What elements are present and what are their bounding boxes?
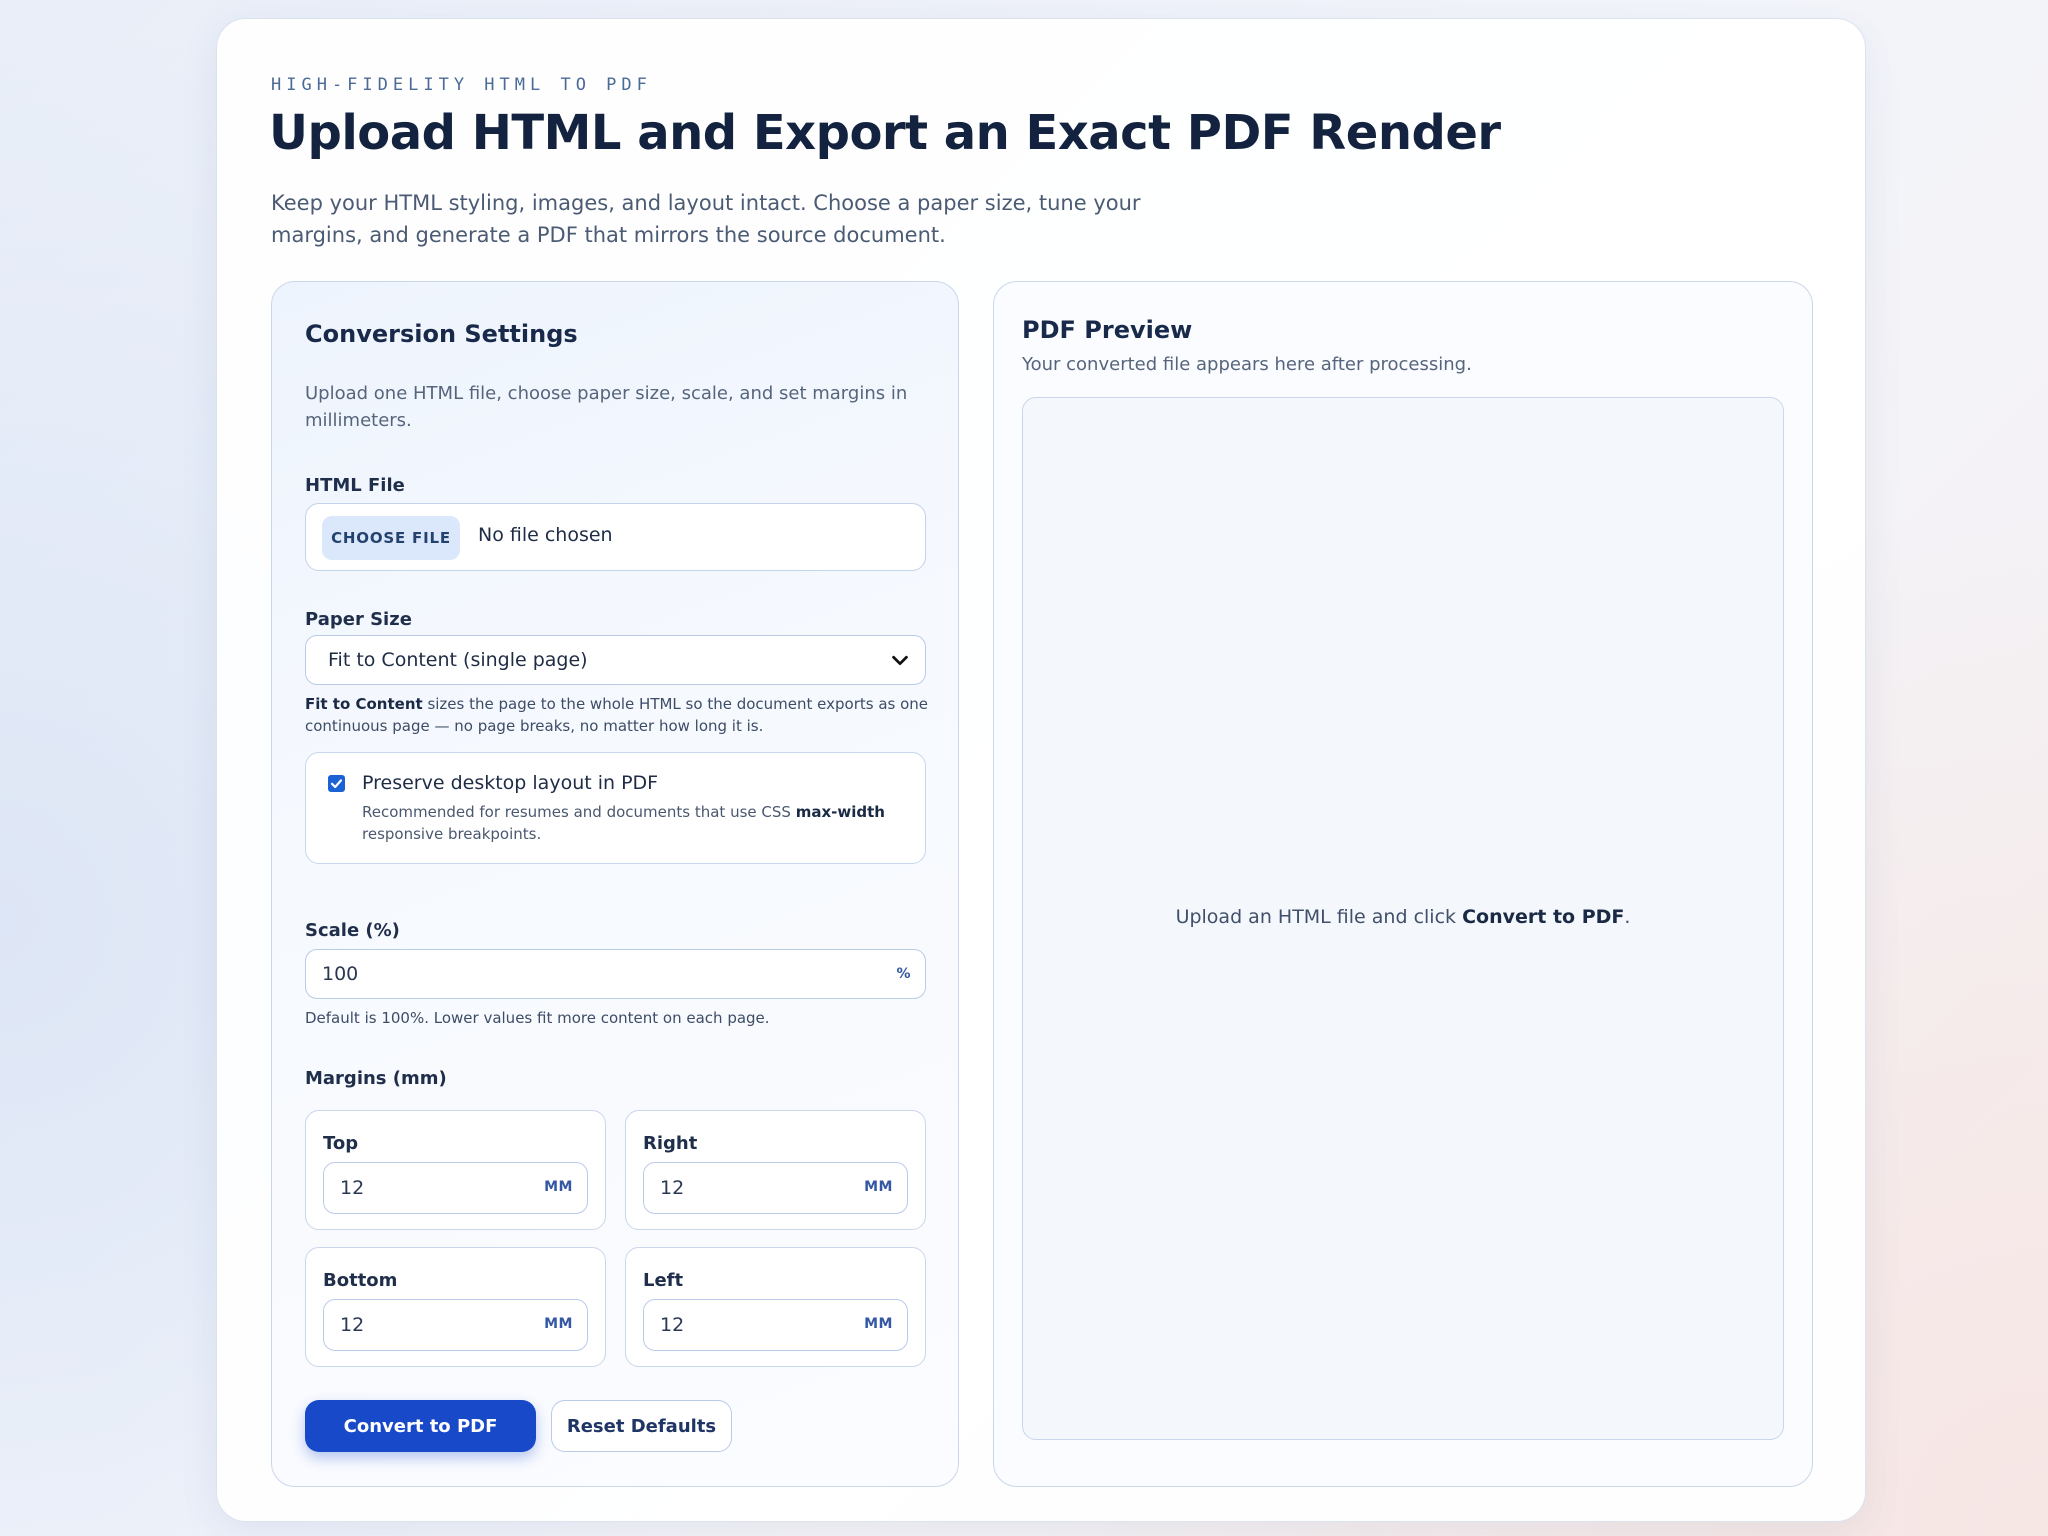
file-status: No file chosen (478, 524, 613, 546)
page-title: Upload HTML and Export an Exact PDF Rend… (269, 105, 1501, 161)
chevron-down-icon (892, 655, 908, 666)
margin-right-box: Right 12 MM (625, 1110, 926, 1230)
margin-top-input[interactable]: 12 MM (323, 1162, 588, 1214)
scale-value: 100 (322, 963, 359, 985)
preview-empty-message: Upload an HTML file and click Convert to… (1175, 906, 1631, 928)
margin-left-value: 12 (660, 1314, 685, 1336)
margin-top-value: 12 (340, 1177, 365, 1199)
scale-input[interactable]: 100 % (305, 949, 926, 999)
margin-right-unit: MM (864, 1179, 893, 1195)
scale-unit: % (896, 966, 911, 982)
margin-left-input[interactable]: 12 MM (643, 1299, 908, 1351)
settings-title: Conversion Settings (305, 320, 578, 348)
paper-size-select[interactable]: Fit to Content (single page) (305, 635, 926, 685)
checkmark-icon (330, 779, 343, 789)
pdf-preview-area: Upload an HTML file and click Convert to… (1022, 397, 1784, 1440)
html-file-input[interactable]: CHOOSE FILE No file chosen (305, 503, 926, 571)
paper-size-value: Fit to Content (single page) (328, 649, 588, 671)
preserve-layout-label: Preserve desktop layout in PDF (362, 772, 659, 794)
page-subtitle: Keep your HTML styling, images, and layo… (271, 191, 1141, 247)
preserve-layout-checkbox[interactable] (328, 775, 345, 792)
paper-size-label: Paper Size (305, 609, 412, 630)
margin-bottom-input[interactable]: 12 MM (323, 1299, 588, 1351)
margin-top-box: Top 12 MM (305, 1110, 606, 1230)
margin-bottom-box: Bottom 12 MM (305, 1247, 606, 1367)
margin-top-unit: MM (544, 1179, 573, 1195)
margin-bottom-label: Bottom (323, 1270, 398, 1291)
preserve-layout-option: Preserve desktop layout in PDF Recommend… (305, 752, 926, 864)
margin-bottom-unit: MM (544, 1316, 573, 1332)
html-file-label: HTML File (305, 475, 405, 496)
scale-hint: Default is 100%. Lower values fit more c… (305, 1009, 770, 1027)
margin-left-unit: MM (864, 1316, 893, 1332)
reset-defaults-button[interactable]: Reset Defaults (551, 1400, 732, 1452)
choose-file-button[interactable]: CHOOSE FILE (322, 516, 460, 560)
pdf-preview-panel: PDF Preview Your converted file appears … (993, 281, 1813, 1487)
convert-to-pdf-button[interactable]: Convert to PDF (305, 1400, 536, 1452)
eyebrow: HIGH-FIDELITY HTML TO PDF (271, 75, 652, 95)
settings-description: Upload one HTML file, choose paper size,… (305, 383, 908, 431)
conversion-settings-panel: Conversion Settings Upload one HTML file… (271, 281, 959, 1487)
margin-bottom-value: 12 (340, 1314, 365, 1336)
main-card: HIGH-FIDELITY HTML TO PDF Upload HTML an… (216, 18, 1866, 1522)
preview-title: PDF Preview (1022, 316, 1193, 344)
preserve-layout-description: Recommended for resumes and documents th… (362, 803, 885, 843)
margin-top-label: Top (323, 1133, 359, 1154)
margin-right-value: 12 (660, 1177, 685, 1199)
margins-label: Margins (mm) (305, 1068, 447, 1089)
margin-left-box: Left 12 MM (625, 1247, 926, 1367)
paper-size-hint: Fit to Content sizes the page to the who… (305, 695, 929, 735)
margin-right-label: Right (643, 1133, 698, 1154)
preview-description: Your converted file appears here after p… (1022, 354, 1472, 375)
scale-label: Scale (%) (305, 920, 400, 941)
margin-left-label: Left (643, 1270, 684, 1291)
margin-right-input[interactable]: 12 MM (643, 1162, 908, 1214)
